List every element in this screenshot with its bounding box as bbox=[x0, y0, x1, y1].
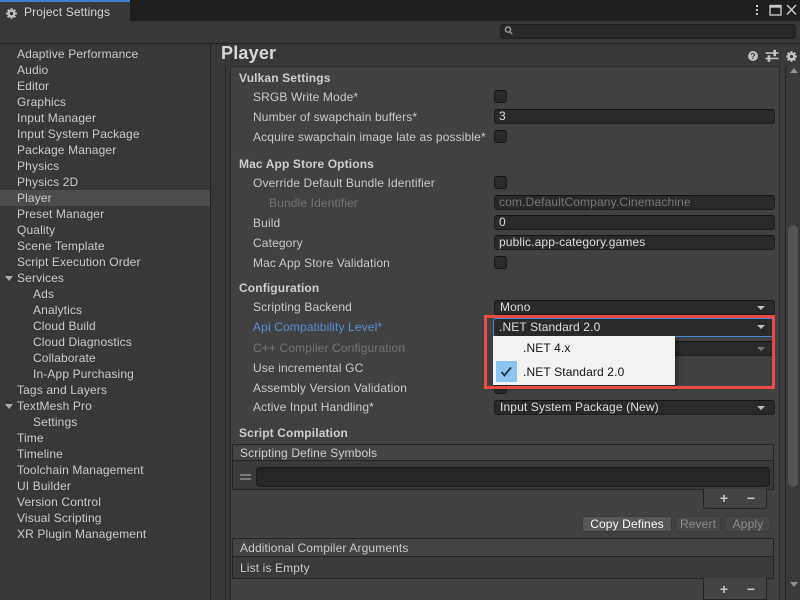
svg-text:?: ? bbox=[750, 51, 755, 61]
